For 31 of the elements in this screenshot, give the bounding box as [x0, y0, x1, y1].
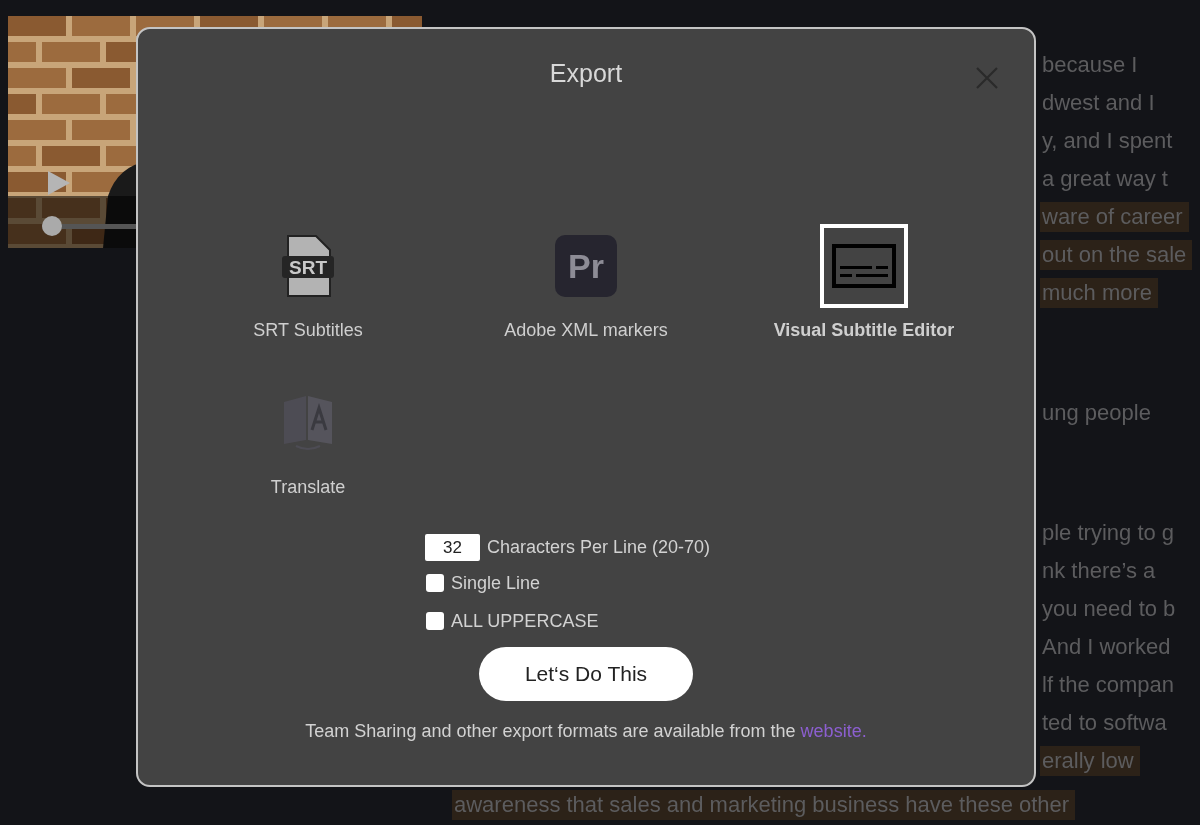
format-label: SRT Subtitles: [253, 320, 363, 341]
field-label: Characters Per Line (20-70): [487, 537, 711, 558]
format-option[interactable]: [820, 224, 908, 308]
checkbox[interactable]: [426, 574, 444, 592]
app-icon: Pr: [555, 235, 617, 297]
transcript-line: because I: [1041, 51, 1139, 79]
transcript-line: ple trying to g: [1041, 519, 1176, 547]
subtitle-icon: [832, 244, 896, 288]
chars-per-line-field[interactable]: 32: [425, 534, 480, 561]
format-option[interactable]: SRT: [264, 224, 352, 308]
transcript-line: you need to b: [1041, 595, 1177, 623]
footer-note: Team Sharing and other export formats are available from the website.: [305, 721, 867, 742]
format-label: Adobe XML markers: [504, 320, 668, 341]
transcript-line: y, and I spent: [1041, 127, 1174, 155]
transcript-line: ung people: [1041, 399, 1152, 427]
play-icon[interactable]: [48, 171, 70, 195]
transcript-line: lf the compan: [1041, 671, 1176, 699]
transcript-line: ted to softwa: [1041, 709, 1168, 737]
translate-icon: [282, 394, 334, 452]
format-option[interactable]: Pr: [542, 224, 630, 308]
format-label: Visual Subtitle Editor: [773, 320, 955, 341]
export-button[interactable]: Let‘s Do This: [479, 647, 693, 701]
dialog-title: Export: [549, 59, 623, 88]
transcript-line: And I worked: [1041, 633, 1172, 661]
format-label: Translate: [270, 477, 346, 498]
checkbox-label: ALL UPPERCASE: [451, 610, 599, 632]
checkbox-label: Single Line: [451, 572, 541, 594]
transcript-line: dwest and I: [1041, 89, 1156, 117]
checkbox[interactable]: [426, 612, 444, 630]
transcript-line: a great way t: [1041, 165, 1169, 193]
transcript-line: nk there’s a: [1041, 557, 1157, 585]
